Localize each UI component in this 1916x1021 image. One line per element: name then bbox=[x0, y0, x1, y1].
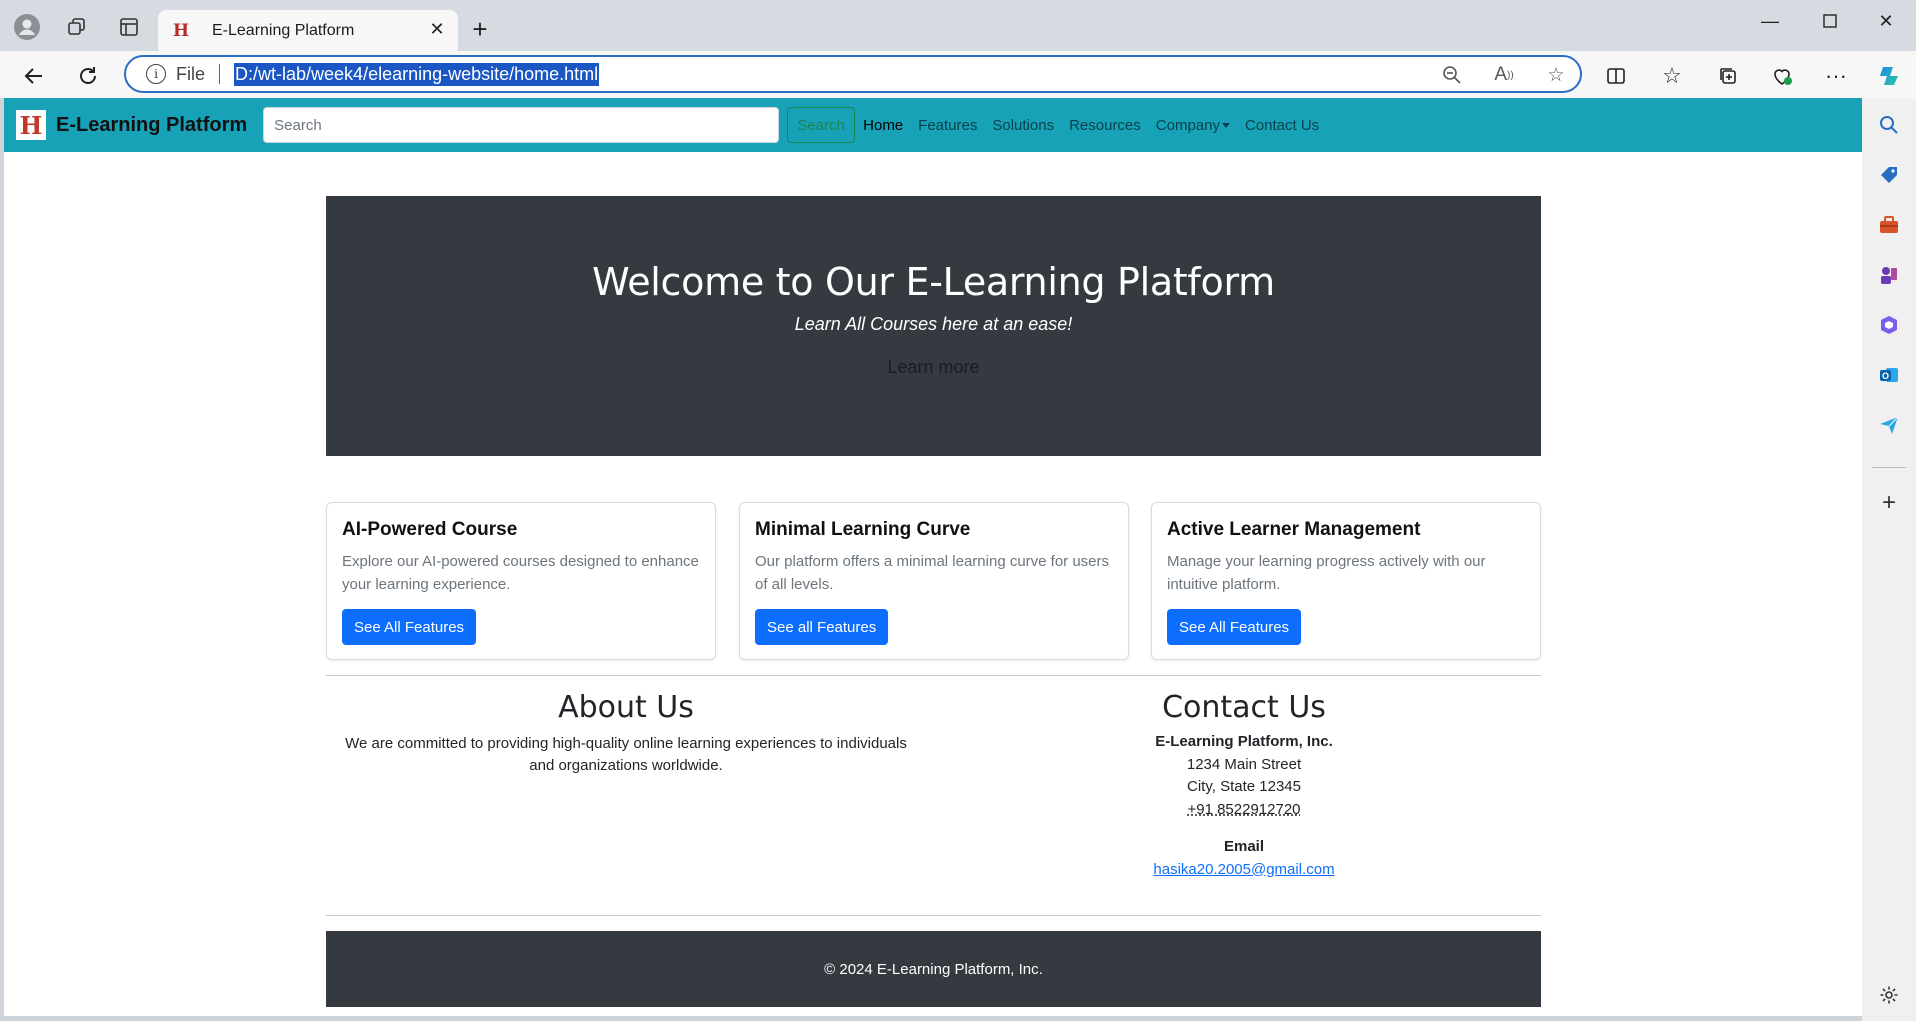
close-tab-icon[interactable]: ✕ bbox=[426, 18, 448, 40]
dropdown-caret-icon bbox=[1221, 123, 1230, 129]
contact-title: Contact Us bbox=[1162, 690, 1326, 725]
vertical-tabs-icon[interactable] bbox=[114, 12, 144, 42]
browser-tab[interactable]: H E-Learning Platform ✕ bbox=[158, 10, 458, 51]
collections-icon[interactable] bbox=[1712, 60, 1744, 92]
section-divider bbox=[326, 675, 1541, 676]
settings-gear-icon[interactable] bbox=[1874, 980, 1904, 1010]
refresh-icon[interactable] bbox=[72, 60, 104, 92]
site-navbar: H E-Learning Platform Search Search Home… bbox=[4, 98, 1862, 152]
see-all-features-button[interactable]: See All Features bbox=[342, 609, 477, 645]
split-screen-icon[interactable] bbox=[1600, 60, 1632, 92]
microsoft-365-icon[interactable] bbox=[1874, 310, 1904, 340]
favorites-icon[interactable]: ☆ bbox=[1656, 60, 1688, 92]
address-scheme: File bbox=[176, 63, 206, 84]
search-button[interactable]: Search bbox=[787, 107, 856, 143]
footer-divider bbox=[326, 915, 1541, 916]
nav-dropdown-company[interactable]: Company bbox=[1156, 117, 1230, 134]
page-viewport: H E-Learning Platform Search Search Home… bbox=[4, 98, 1862, 1016]
read-aloud-icon[interactable]: A)) bbox=[1490, 61, 1518, 89]
card-title: Active Learner Management bbox=[1167, 519, 1421, 540]
send-icon[interactable] bbox=[1874, 410, 1904, 440]
shopping-tag-icon[interactable] bbox=[1874, 160, 1904, 190]
card-title: Minimal Learning Curve bbox=[755, 519, 971, 540]
brand-logo-icon[interactable]: H bbox=[16, 110, 46, 140]
contact-phone[interactable]: +91 8522912720 bbox=[1187, 801, 1300, 818]
hero-jumbotron: Welcome to Our E-Learning Platform Learn… bbox=[326, 196, 1541, 456]
contact-email-link[interactable]: hasika20.2005@gmail.com bbox=[1153, 861, 1334, 878]
tools-icon[interactable] bbox=[1874, 210, 1904, 240]
add-icon[interactable]: + bbox=[1874, 488, 1904, 518]
close-window-icon[interactable]: ✕ bbox=[1866, 6, 1906, 36]
contact-city: City, State 12345 bbox=[1187, 778, 1301, 795]
site-info-icon[interactable]: i bbox=[146, 64, 166, 84]
footer-copyright: © 2024 E-Learning Platform, Inc. bbox=[824, 960, 1043, 978]
new-tab-icon[interactable]: + bbox=[466, 14, 494, 44]
card-text: Explore our AI-powered courses designed … bbox=[342, 553, 699, 593]
feature-card: AI-Powered Course Explore our AI-powered… bbox=[326, 502, 716, 660]
nav-link-resources[interactable]: Resources bbox=[1069, 117, 1141, 134]
sidebar-divider bbox=[1872, 467, 1906, 468]
minimize-icon[interactable]: — bbox=[1750, 6, 1790, 36]
browser-essentials-icon[interactable] bbox=[1766, 60, 1798, 92]
svg-text:O: O bbox=[1882, 371, 1889, 381]
address-separator bbox=[219, 64, 221, 84]
see-all-features-button[interactable]: See All Features bbox=[1167, 609, 1302, 645]
site-favicon-icon: H bbox=[172, 20, 190, 41]
search-input[interactable]: Search bbox=[263, 107, 780, 143]
about-title: About Us bbox=[558, 690, 694, 725]
more-options-icon[interactable]: ··· bbox=[1820, 60, 1852, 92]
card-title: AI-Powered Course bbox=[342, 519, 518, 540]
workspaces-icon[interactable] bbox=[62, 12, 92, 42]
profile-icon[interactable] bbox=[12, 12, 42, 42]
favorite-star-icon[interactable]: ☆ bbox=[1542, 61, 1570, 89]
about-section: About Us We are committed to providing h… bbox=[326, 690, 926, 777]
card-text: Our platform offers a minimal learning c… bbox=[755, 553, 1110, 593]
site-footer: © 2024 E-Learning Platform, Inc. bbox=[326, 931, 1541, 1007]
edge-sidebar: O + bbox=[1862, 98, 1916, 1021]
tab-title: E-Learning Platform bbox=[212, 21, 355, 39]
learn-more-button[interactable]: Learn more bbox=[887, 357, 979, 378]
brand-name[interactable]: E-Learning Platform bbox=[56, 114, 247, 137]
nav-link-features[interactable]: Features bbox=[918, 117, 977, 134]
hero-subtitle: Learn All Courses here at an ease! bbox=[794, 314, 1073, 334]
search-icon[interactable] bbox=[1874, 110, 1904, 140]
address-bar[interactable]: i File D:/wt-lab/week4/elearning-website… bbox=[124, 55, 1582, 93]
card-text: Manage your learning progress actively w… bbox=[1167, 553, 1486, 593]
copilot-icon[interactable] bbox=[1874, 60, 1906, 92]
zoom-out-icon[interactable] bbox=[1438, 61, 1466, 89]
maximize-icon[interactable] bbox=[1810, 6, 1850, 36]
address-url[interactable]: D:/wt-lab/week4/elearning-website/home.h… bbox=[234, 62, 600, 86]
contact-section: Contact Us E-Learning Platform, Inc. 123… bbox=[1044, 690, 1444, 881]
nav-link-solutions[interactable]: Solutions bbox=[992, 117, 1054, 134]
back-icon[interactable] bbox=[18, 60, 50, 92]
nav-link-contact[interactable]: Contact Us bbox=[1245, 117, 1319, 134]
games-icon[interactable] bbox=[1874, 260, 1904, 290]
contact-email-label: Email bbox=[1223, 838, 1265, 855]
contact-street: 1234 Main Street bbox=[1186, 755, 1302, 773]
browser-toolbar: i File D:/wt-lab/week4/elearning-website… bbox=[0, 51, 1916, 98]
feature-card: Active Learner Management Manage your le… bbox=[1151, 502, 1541, 660]
hero-title: Welcome to Our E-Learning Platform bbox=[592, 260, 1275, 304]
see-all-features-button[interactable]: See all Features bbox=[755, 609, 889, 645]
nav-link-company-label: Company bbox=[1155, 116, 1220, 134]
feature-card: Minimal Learning Curve Our platform offe… bbox=[739, 502, 1129, 660]
about-text: We are committed to providing high-quali… bbox=[345, 735, 907, 774]
browser-tab-bar: H E-Learning Platform ✕ + — ✕ bbox=[0, 0, 1916, 51]
contact-company: E-Learning Platform, Inc. bbox=[1155, 733, 1333, 750]
nav-link-home[interactable]: Home bbox=[863, 117, 903, 134]
outlook-icon[interactable]: O bbox=[1874, 360, 1904, 390]
